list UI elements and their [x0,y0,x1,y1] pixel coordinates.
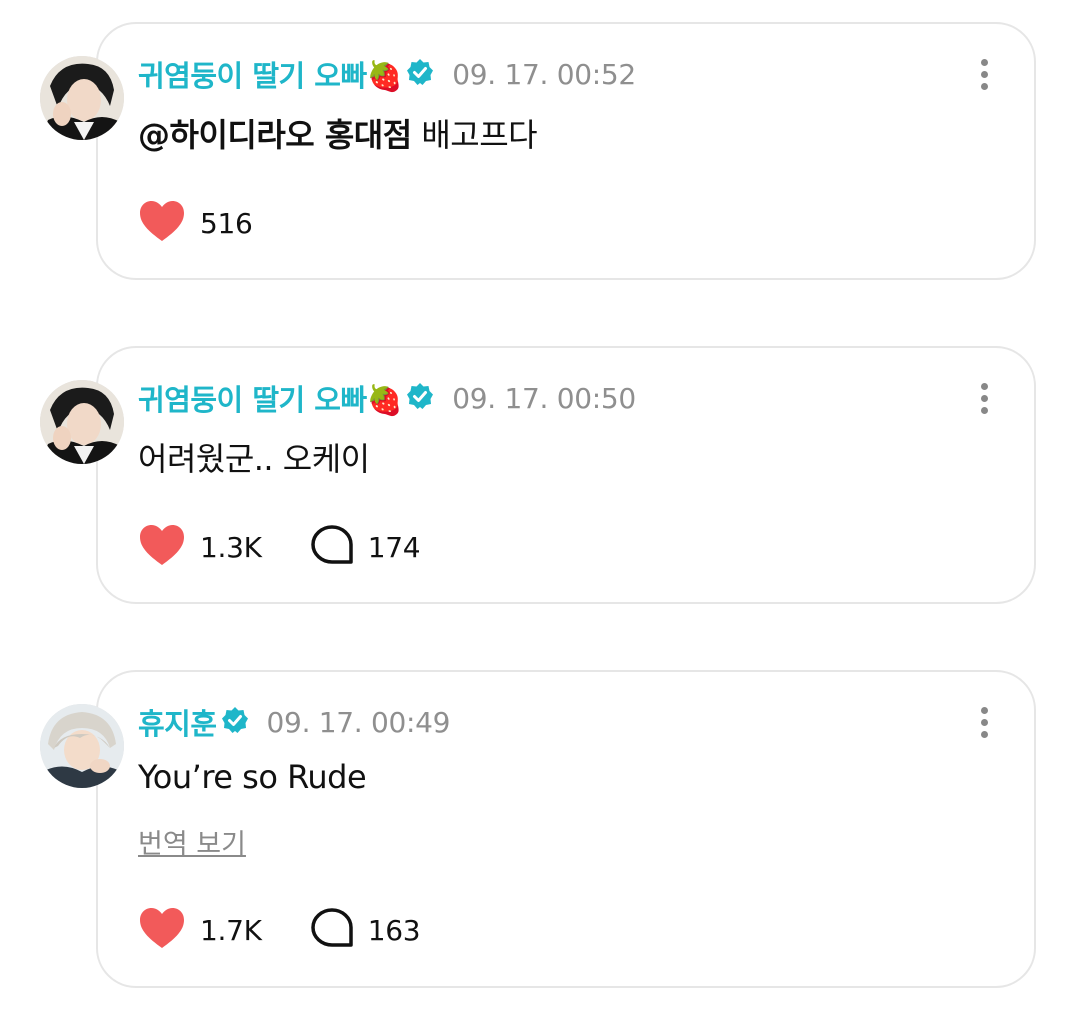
comment-button[interactable]: 174 [310,524,421,570]
post-actions: 516 [138,200,253,246]
post-timestamp: 09. 17. 00:49 [266,705,451,739]
avatar[interactable] [40,704,124,788]
like-count: 516 [200,206,253,240]
more-vertical-icon[interactable] [972,702,996,742]
comment-count: 174 [367,530,421,564]
post-header: 휴지훈 09. 17. 00:49 [138,701,451,743]
post-text: You’re so Rude [138,758,367,796]
post-timestamp: 09. 17. 00:52 [452,57,636,91]
heart-icon [138,199,186,247]
avatar[interactable] [40,380,124,464]
heart-icon [138,906,186,954]
author-name[interactable]: 귀염둥이 딸기 오빠🍓 [138,377,403,419]
post-header: 귀염둥이 딸기 오빠🍓 09. 17. 00:50 [138,378,636,418]
post-text: 어려웠군.. 오케이 [138,440,370,478]
verified-badge-icon [406,382,434,414]
author-name[interactable]: 휴지훈 [138,701,217,743]
verified-badge-icon [221,706,249,738]
like-count: 1.7K [200,913,262,947]
post-text: @하이디라오 홍대점 배고프다 [138,110,538,156]
comment-count: 163 [367,913,421,947]
more-vertical-icon[interactable] [972,54,996,94]
comment-bubble-icon [310,907,354,953]
like-button[interactable]: 516 [138,199,253,247]
comment-button[interactable]: 163 [310,907,421,953]
heart-icon [138,523,186,571]
like-button[interactable]: 1.7K [138,906,262,954]
like-button[interactable]: 1.3K [138,523,262,571]
post-timestamp: 09. 17. 00:50 [452,381,636,415]
translate-link[interactable]: 번역 보기 [138,822,246,861]
post-text-content: 배고프다 [411,116,538,154]
post-actions: 1.3K 174 [138,523,421,571]
author-name[interactable]: 귀염둥이 딸기 오빠🍓 [138,53,403,95]
verified-badge-icon [406,58,434,90]
more-vertical-icon[interactable] [972,378,996,418]
avatar[interactable] [40,56,124,140]
post-actions: 1.7K 163 [138,906,421,954]
comment-bubble-icon [310,524,354,570]
post-header: 귀염둥이 딸기 오빠🍓 09. 17. 00:52 [138,54,636,94]
mention-link[interactable]: @하이디라오 홍대점 [138,116,412,154]
like-count: 1.3K [200,530,262,564]
